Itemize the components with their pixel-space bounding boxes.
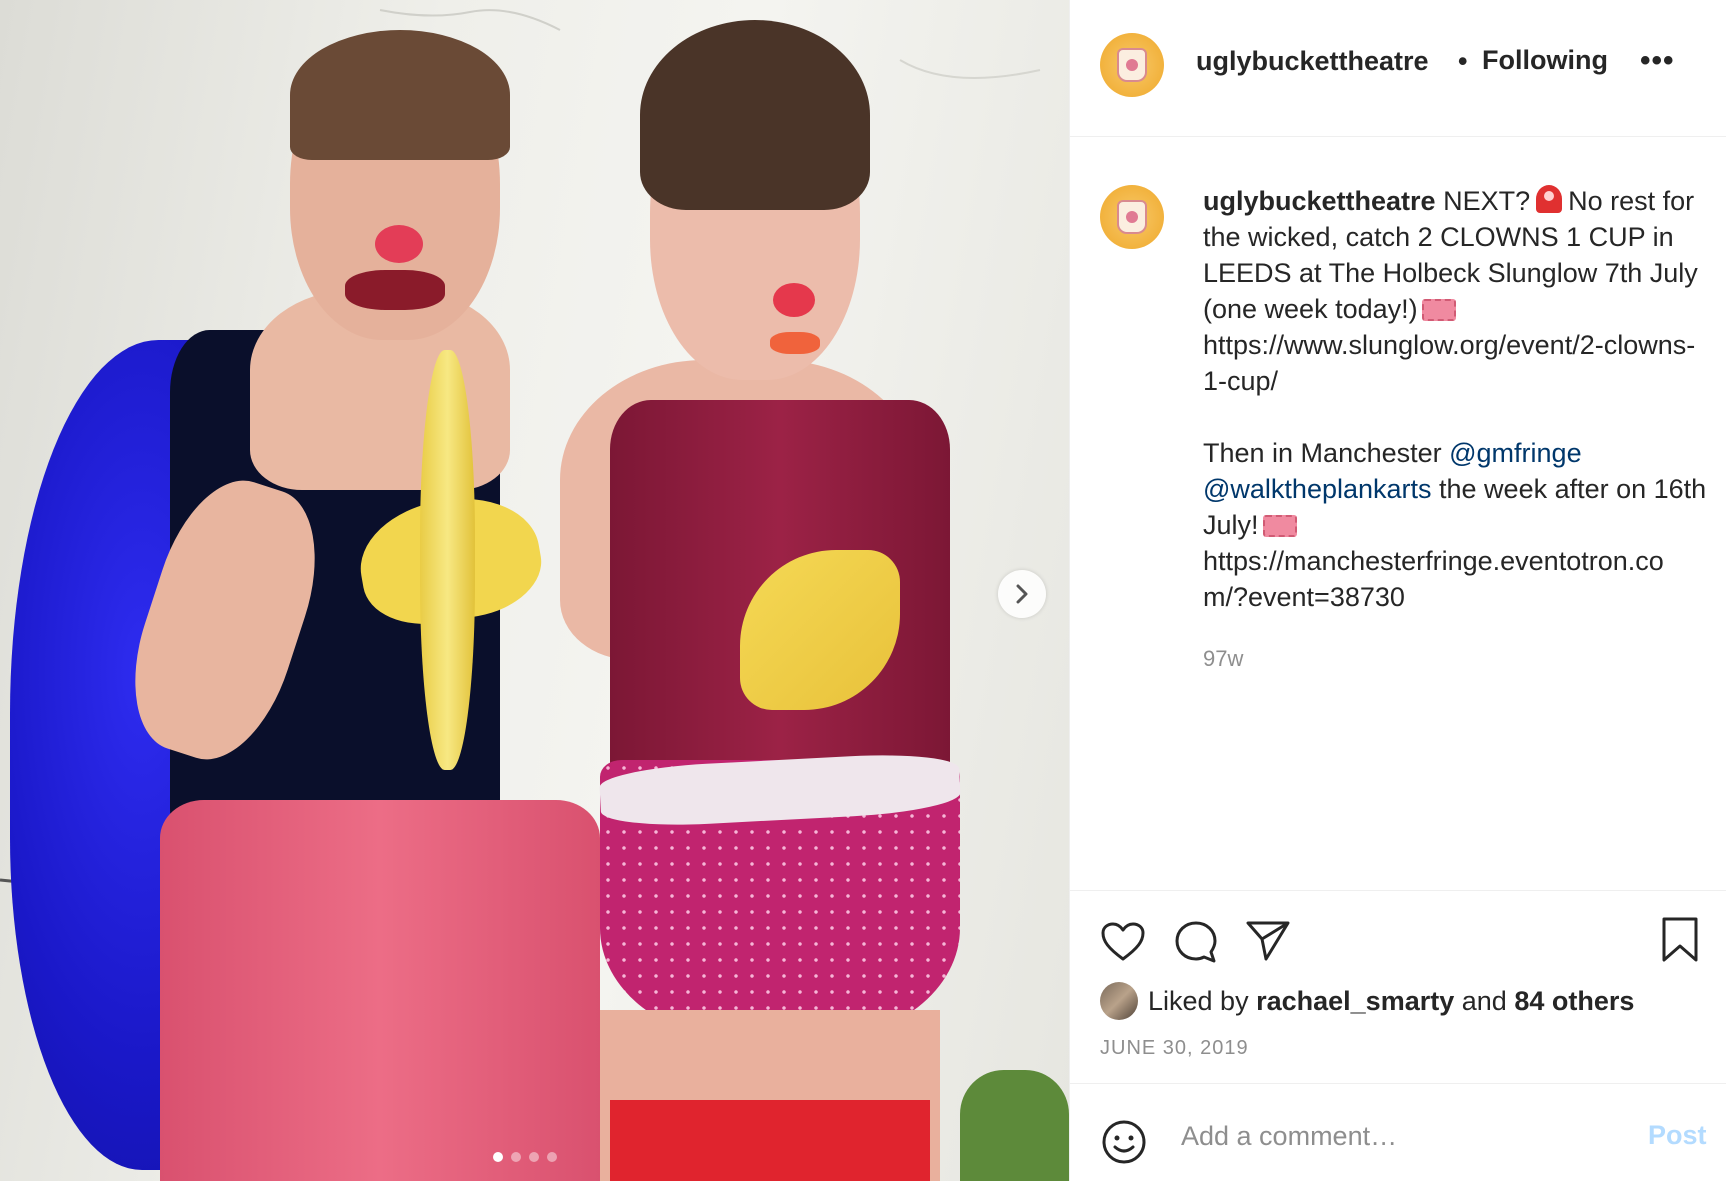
hair-right (640, 20, 870, 210)
mouth-right (770, 332, 820, 354)
mouth-left (345, 270, 445, 310)
clown-nose-right (773, 283, 815, 317)
following-button[interactable]: Following (1482, 45, 1608, 76)
emoji-smile-icon[interactable] (1100, 1118, 1148, 1166)
carousel-dot (547, 1152, 557, 1162)
share-icon[interactable] (1244, 919, 1292, 963)
likes-summary: Liked by rachael_smarty and 84 others (1100, 982, 1634, 1020)
heart-icon[interactable] (1100, 921, 1146, 963)
grass-patch (960, 1070, 1069, 1181)
carousel-dot (529, 1152, 539, 1162)
caption-link-slunglow[interactable]: https://www.slunglow.org/event/2-clowns-… (1203, 327, 1708, 399)
caption-part-manchester: Then in Manchester (1203, 438, 1450, 468)
likes-and: and (1461, 985, 1507, 1016)
carousel-indicator (493, 1152, 557, 1162)
profile-avatar[interactable] (1100, 33, 1164, 97)
liker-avatar[interactable] (1100, 982, 1138, 1020)
bucket-logo-icon (1117, 48, 1147, 82)
post-date[interactable]: JUNE 30, 2019 (1100, 1037, 1249, 1060)
post-sidebar: uglybuckettheatre • Following ••• uglybu… (1069, 0, 1726, 1181)
red-socks (610, 1100, 930, 1181)
banana-left (420, 350, 475, 770)
caption-section: uglybuckettheatre NEXT? No rest for the w… (1070, 137, 1726, 890)
caption-part-next: NEXT? (1443, 186, 1531, 216)
chevron-right-icon (1016, 584, 1028, 604)
liker-username[interactable]: rachael_smarty (1256, 986, 1454, 1017)
caption-paragraph-2: Then in Manchester @gmfringe @walkthepla… (1203, 435, 1708, 543)
post-header: uglybuckettheatre • Following ••• (1070, 0, 1726, 137)
caption-username[interactable]: uglybuckettheatre (1203, 186, 1436, 216)
more-options-button[interactable]: ••• (1640, 44, 1675, 78)
likes-others[interactable]: 84 others (1514, 986, 1634, 1017)
siren-icon (1536, 185, 1563, 213)
comment-input[interactable] (1181, 1114, 1611, 1158)
carousel-dot (493, 1152, 503, 1162)
instagram-post: uglybuckettheatre • Following ••• uglybu… (0, 0, 1726, 1181)
caption-avatar[interactable] (1100, 185, 1164, 249)
comment-bar: Post (1070, 1083, 1726, 1181)
clown-nose-left (375, 225, 423, 263)
post-age[interactable]: 97w (1203, 646, 1243, 672)
carousel-dot (511, 1152, 521, 1162)
ticket-icon (1421, 299, 1456, 321)
header-separator: • (1458, 46, 1468, 76)
likes-prefix: Liked by (1148, 985, 1249, 1016)
pink-trousers (160, 800, 600, 1181)
caption-text: uglybuckettheatre NEXT? No rest for the w… (1203, 183, 1708, 615)
post-photo[interactable] (0, 0, 1069, 1181)
next-slide-button[interactable] (998, 570, 1046, 618)
caption-link-manchester[interactable]: https://manchesterfringe.eventotron.com/… (1203, 543, 1708, 615)
hair-left (290, 30, 510, 160)
mention-walktheplankarts[interactable]: @walktheplankarts (1203, 474, 1432, 504)
post-comment-button[interactable]: Post (1648, 1120, 1707, 1151)
bookmark-icon[interactable] (1660, 916, 1700, 964)
mention-gmfringe[interactable]: @gmfringe (1449, 438, 1581, 468)
ticket-icon (1262, 515, 1297, 537)
comment-icon[interactable] (1173, 919, 1219, 965)
bucket-logo-icon (1117, 200, 1147, 234)
header-username[interactable]: uglybuckettheatre (1196, 46, 1429, 77)
